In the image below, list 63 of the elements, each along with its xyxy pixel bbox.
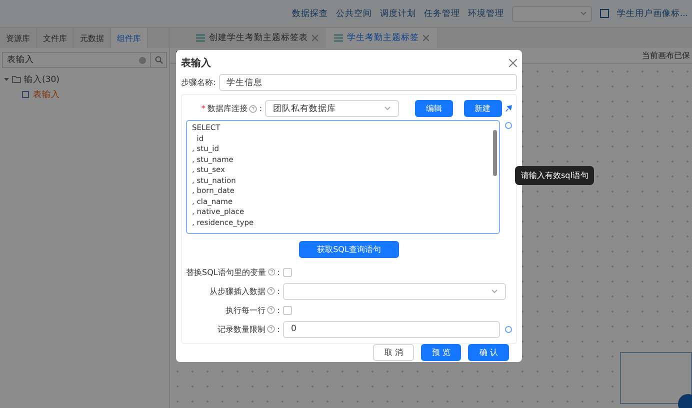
dialog-button[interactable]: 预 览 <box>420 344 462 361</box>
get-sql-button[interactable]: 获取SQL查询语句 <box>299 241 399 258</box>
panel-tab[interactable]: 组件库 <box>111 28 148 48</box>
table-icon <box>22 90 30 98</box>
database-select[interactable]: 团队私有数据库 <box>265 100 400 117</box>
editor-tab[interactable]: 学生考勤主题标签 <box>326 28 437 48</box>
search-field[interactable]: 表输入 <box>2 52 151 68</box>
field-label: 数据库连接 <box>207 103 248 114</box>
clear-icon[interactable] <box>139 56 146 64</box>
field-label: 从步骤插入数据 <box>209 286 266 296</box>
step-name-field[interactable]: 学生信息 <box>218 74 517 91</box>
close-icon[interactable] <box>423 35 429 41</box>
tooltip: 请输入有效sql语句 <box>515 166 594 185</box>
list-icon <box>334 34 343 42</box>
search-button[interactable] <box>151 52 167 68</box>
label-colon: : <box>277 306 280 314</box>
list-icon <box>196 34 205 42</box>
nav-link[interactable]: 环境管理 <box>468 8 504 20</box>
folder-icon <box>12 76 21 83</box>
label-colon: : <box>259 104 262 113</box>
edit-button[interactable]: 编辑 <box>414 100 453 117</box>
limit-field[interactable]: 0 <box>283 320 500 338</box>
tree-item[interactable]: 表输入 <box>33 88 60 100</box>
help-icon <box>267 325 276 333</box>
close-icon[interactable] <box>312 35 318 41</box>
tree-item[interactable]: 输入(30) <box>24 74 60 86</box>
label-colon: : <box>277 286 280 296</box>
caret-icon <box>580 11 587 16</box>
caret-icon <box>491 288 498 294</box>
pin-icon[interactable] <box>504 104 512 113</box>
caret-icon <box>384 106 392 111</box>
checkbox[interactable] <box>283 268 292 276</box>
dialog-title: 表输入 <box>181 56 211 70</box>
help-icon <box>249 104 258 112</box>
field-label: 记录数量限制 <box>217 324 266 334</box>
window-icon <box>600 9 609 18</box>
checkbox[interactable] <box>283 306 292 314</box>
search-icon <box>154 56 162 64</box>
close-icon[interactable] <box>509 59 517 67</box>
project-name[interactable]: 学生用户画像标... <box>616 8 688 20</box>
field-label: 执行每一行 <box>225 304 266 316</box>
nav-link[interactable]: 调度计划 <box>380 8 416 20</box>
nav-link[interactable]: 数据探查 <box>292 8 328 20</box>
required-mark: * <box>201 104 206 113</box>
step-select[interactable] <box>283 282 506 300</box>
info-icon <box>505 326 512 332</box>
field-label: 替换SQL语句里的变量 <box>186 266 266 278</box>
field-label: 步骤名称: <box>181 77 216 88</box>
project-select[interactable] <box>512 6 592 22</box>
label-colon: : <box>277 268 280 276</box>
help-icon <box>267 306 276 314</box>
dialog-button[interactable]: 确 认 <box>468 344 509 361</box>
nav-link[interactable]: 任务管理 <box>424 8 460 20</box>
new-button[interactable]: 新建 <box>464 100 502 117</box>
info-icon <box>505 122 512 129</box>
dialog-button[interactable]: 取 消 <box>373 344 414 361</box>
label-colon: : <box>277 324 280 334</box>
scrollbar-thumb[interactable] <box>492 130 496 176</box>
help-icon <box>268 268 276 276</box>
nav-link[interactable]: 公共空间 <box>336 8 372 20</box>
canvas-status: 当前画布已保 <box>642 50 691 61</box>
caret-icon[interactable] <box>4 77 9 82</box>
help-icon <box>267 287 276 295</box>
